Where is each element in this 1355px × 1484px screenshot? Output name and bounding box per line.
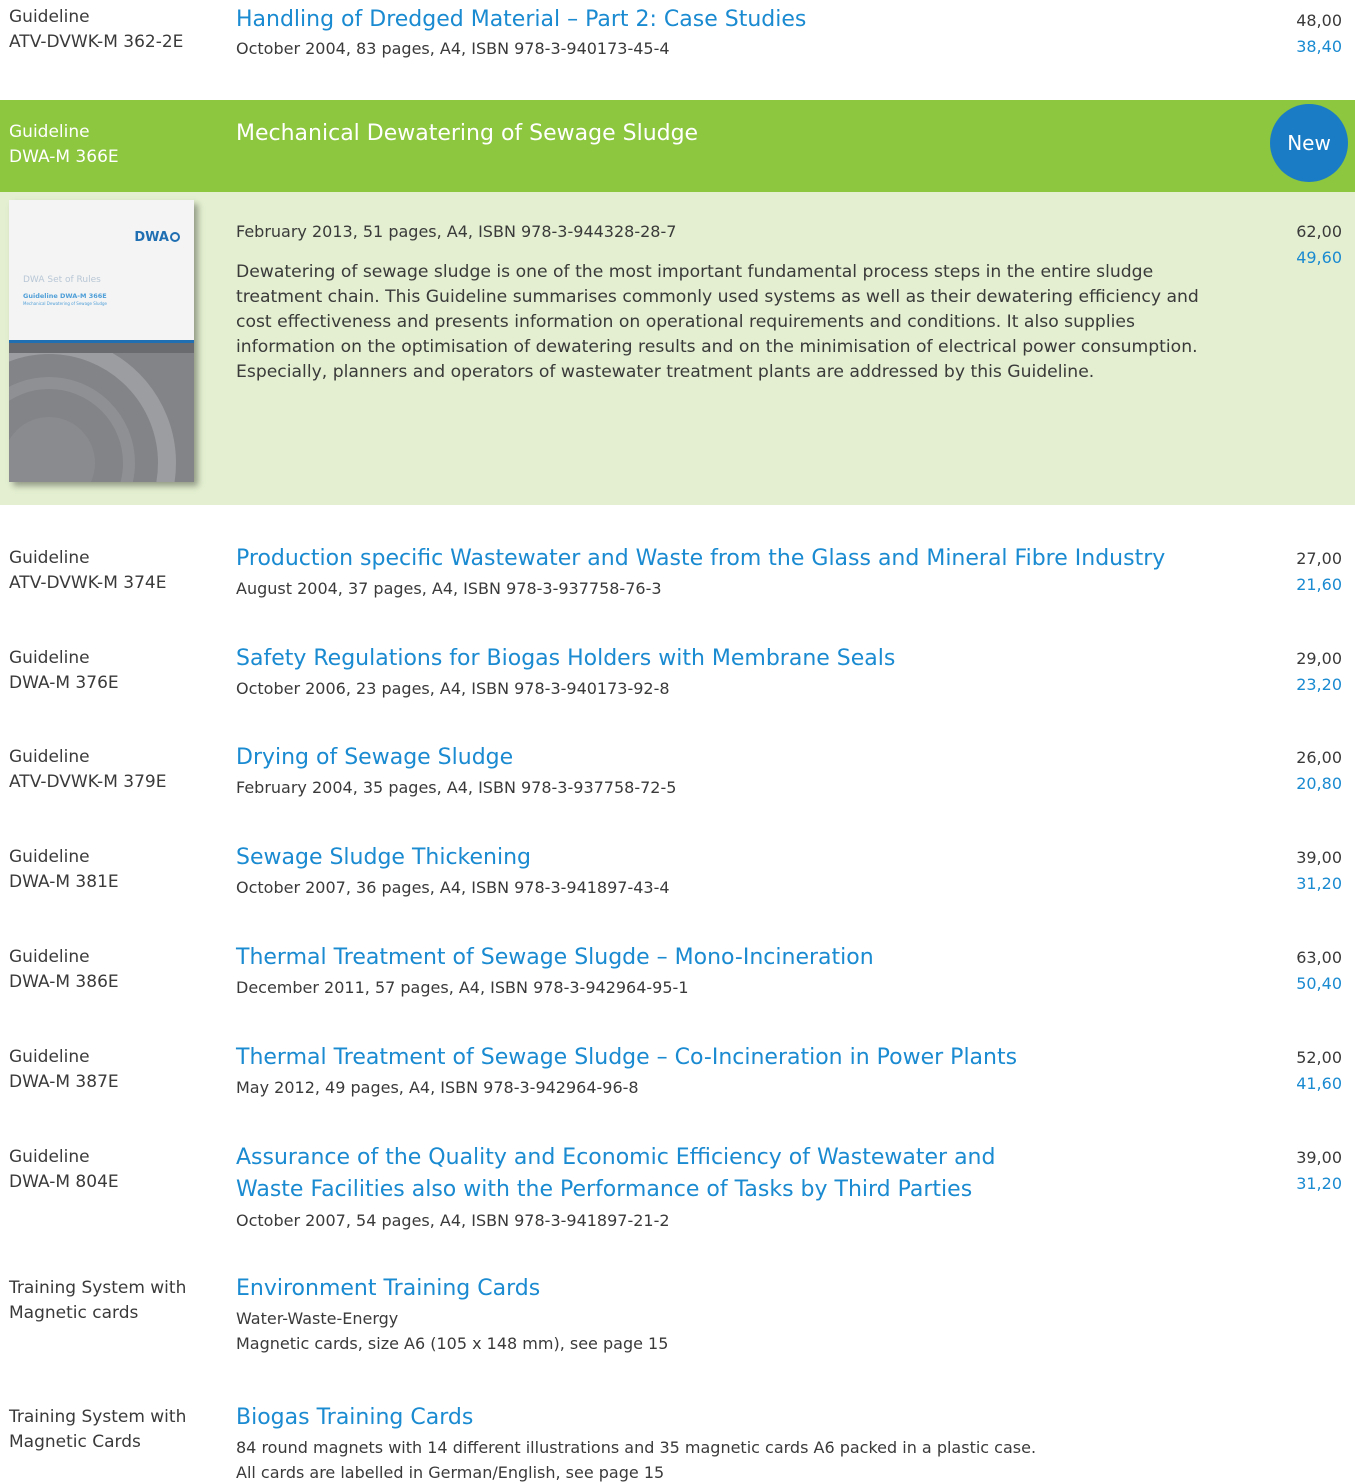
price: 39,00 bbox=[1296, 1148, 1342, 1167]
member-price: 41,60 bbox=[1296, 1074, 1342, 1093]
entry-meta: October 2007, 54 pages, A4, ISBN 978-3-9… bbox=[236, 1211, 670, 1230]
price: 39,00 bbox=[1296, 848, 1342, 867]
member-price: 20,80 bbox=[1296, 774, 1342, 793]
entry-prices: 26,00 20,80 bbox=[1296, 745, 1342, 797]
entry-title-link[interactable]: Biogas Training Cards bbox=[236, 1402, 473, 1434]
entry-title-link[interactable]: Safety Regulations for Biogas Holders wi… bbox=[236, 643, 895, 675]
price: 48,00 bbox=[1296, 11, 1342, 30]
entry-meta: October 2007, 36 pages, A4, ISBN 978-3-9… bbox=[236, 878, 670, 897]
member-price: 38,40 bbox=[1296, 37, 1342, 56]
entry-title-link[interactable]: Sewage Sludge Thickening bbox=[236, 842, 531, 874]
entry-meta: August 2004, 37 pages, A4, ISBN 978-3-93… bbox=[236, 579, 662, 598]
price: 52,00 bbox=[1296, 1048, 1342, 1067]
catalog-entry: Guideline DWA-M 387E Thermal Treatment of… bbox=[0, 1042, 1355, 1132]
featured-meta: February 2013, 51 pages, A4, ISBN 978-3-… bbox=[236, 222, 677, 241]
entry-meta: 84 round magnets with 14 different illus… bbox=[236, 1438, 1037, 1482]
entry-meta: May 2012, 49 pages, A4, ISBN 978-3-94296… bbox=[236, 1078, 639, 1097]
entry-category: Training System with Magnetic Cards bbox=[9, 1407, 187, 1452]
entry-meta: October 2004, 83 pages, A4, ISBN 978-3-9… bbox=[236, 39, 670, 58]
catalog-entry: Guideline ATV-DVWK-M 362-2E Handling of … bbox=[0, 0, 1355, 95]
price: 63,00 bbox=[1296, 948, 1342, 967]
entry-prices: 39,00 31,20 bbox=[1296, 845, 1342, 897]
cover-subtitle: Mechanical Dewatering of Sewage Sludge bbox=[23, 301, 108, 306]
entry-meta: February 2004, 35 pages, A4, ISBN 978-3-… bbox=[236, 778, 677, 797]
entry-prices: 39,00 31,20 bbox=[1296, 1145, 1342, 1197]
entry-prices: 52,00 41,60 bbox=[1296, 1045, 1342, 1097]
cover-series: DWA Set of Rules bbox=[23, 275, 101, 285]
entry-prices: 48,00 38,40 bbox=[1296, 8, 1342, 60]
entry-meta: Water-Waste-Energy Magnetic cards, size … bbox=[236, 1309, 669, 1353]
member-price: 31,20 bbox=[1296, 1174, 1342, 1193]
entry-meta: December 2011, 57 pages, A4, ISBN 978-3-… bbox=[236, 978, 689, 997]
entry-category: Guideline DWA-M 387E bbox=[9, 1047, 119, 1092]
entry-category: Guideline ATV-DVWK-M 362-2E bbox=[9, 7, 184, 52]
entry-title-link[interactable]: Thermal Treatment of Sewage Sludge – Co-… bbox=[236, 1042, 1017, 1074]
entry-category: Guideline DWA-M 804E bbox=[9, 1147, 119, 1192]
member-price: 49,60 bbox=[1296, 248, 1342, 267]
book-cover-image[interactable]: DWA DWA Set of Rules Guideline DWA-M 366… bbox=[9, 200, 194, 482]
entry-meta: October 2006, 23 pages, A4, ISBN 978-3-9… bbox=[236, 679, 670, 698]
entry-category: Guideline DWA-M 376E bbox=[9, 648, 119, 693]
entry-category: Guideline ATV-DVWK-M 379E bbox=[9, 747, 167, 792]
entry-category: Training System with Magnetic cards bbox=[9, 1278, 187, 1323]
member-price: 31,20 bbox=[1296, 874, 1342, 893]
featured-title-link[interactable]: Mechanical Dewatering of Sewage Sludge bbox=[236, 118, 698, 150]
entry-prices: 63,00 50,40 bbox=[1296, 945, 1342, 997]
price: 29,00 bbox=[1296, 649, 1342, 668]
catalog-entry: Guideline DWA-M 376E Safety Regulations f… bbox=[0, 643, 1355, 733]
cover-bar bbox=[9, 343, 194, 353]
price: 27,00 bbox=[1296, 549, 1342, 568]
catalog-entry: Guideline DWA-M 386E Thermal Treatment of… bbox=[0, 942, 1355, 1032]
entry-title-link[interactable]: Production specific Wastewater and Waste… bbox=[236, 543, 1165, 575]
price: 26,00 bbox=[1296, 748, 1342, 767]
entry-prices: 27,00 21,60 bbox=[1296, 546, 1342, 598]
catalog-entry: Guideline DWA-M 804E Assurance of the Qua… bbox=[0, 1142, 1355, 1262]
entry-title-link[interactable]: Thermal Treatment of Sewage Slugde – Mon… bbox=[236, 942, 874, 974]
entry-category: Guideline DWA-M 386E bbox=[9, 947, 119, 992]
entry-title-link[interactable]: Handling of Dredged Material – Part 2: C… bbox=[236, 4, 806, 36]
entry-title-link[interactable]: Environment Training Cards bbox=[236, 1273, 540, 1305]
new-badge: New bbox=[1270, 104, 1348, 182]
price: 62,00 bbox=[1296, 222, 1342, 241]
member-price: 23,20 bbox=[1296, 675, 1342, 694]
catalog-entry: Guideline ATV-DVWK-M 379E Drying of Sewag… bbox=[0, 742, 1355, 832]
entry-title-link[interactable]: Drying of Sewage Sludge bbox=[236, 742, 513, 774]
catalog-entry: Guideline DWA-M 381E Sewage Sludge Thicke… bbox=[0, 842, 1355, 932]
cover-top bbox=[9, 200, 194, 340]
entry-prices: 29,00 23,20 bbox=[1296, 646, 1342, 698]
member-price: 21,60 bbox=[1296, 575, 1342, 594]
catalog-entry: Training System with Magnetic cards Envir… bbox=[0, 1273, 1355, 1373]
entry-title-link[interactable]: Assurance of the Quality and Economic Ef… bbox=[236, 1142, 995, 1206]
cover-circle-graphic bbox=[9, 353, 194, 482]
featured-description: Dewatering of sewage sludge is one of th… bbox=[236, 262, 1199, 382]
member-price: 50,40 bbox=[1296, 974, 1342, 993]
catalog-entry: Training System with Magnetic Cards Bioga… bbox=[0, 1402, 1355, 1484]
entry-category: Guideline ATV-DVWK-M 374E bbox=[9, 548, 167, 593]
featured-category: Guideline DWA-M 366E bbox=[9, 122, 119, 167]
featured-prices: 62,00 49,60 bbox=[1296, 219, 1342, 271]
cover-guideline: Guideline DWA-M 366E bbox=[23, 292, 107, 300]
entry-category: Guideline DWA-M 381E bbox=[9, 847, 119, 892]
catalog-entry: Guideline ATV-DVWK-M 374E Production spec… bbox=[0, 543, 1355, 633]
dwa-logo: DWA bbox=[134, 230, 180, 245]
logo-ring-icon bbox=[170, 232, 180, 242]
